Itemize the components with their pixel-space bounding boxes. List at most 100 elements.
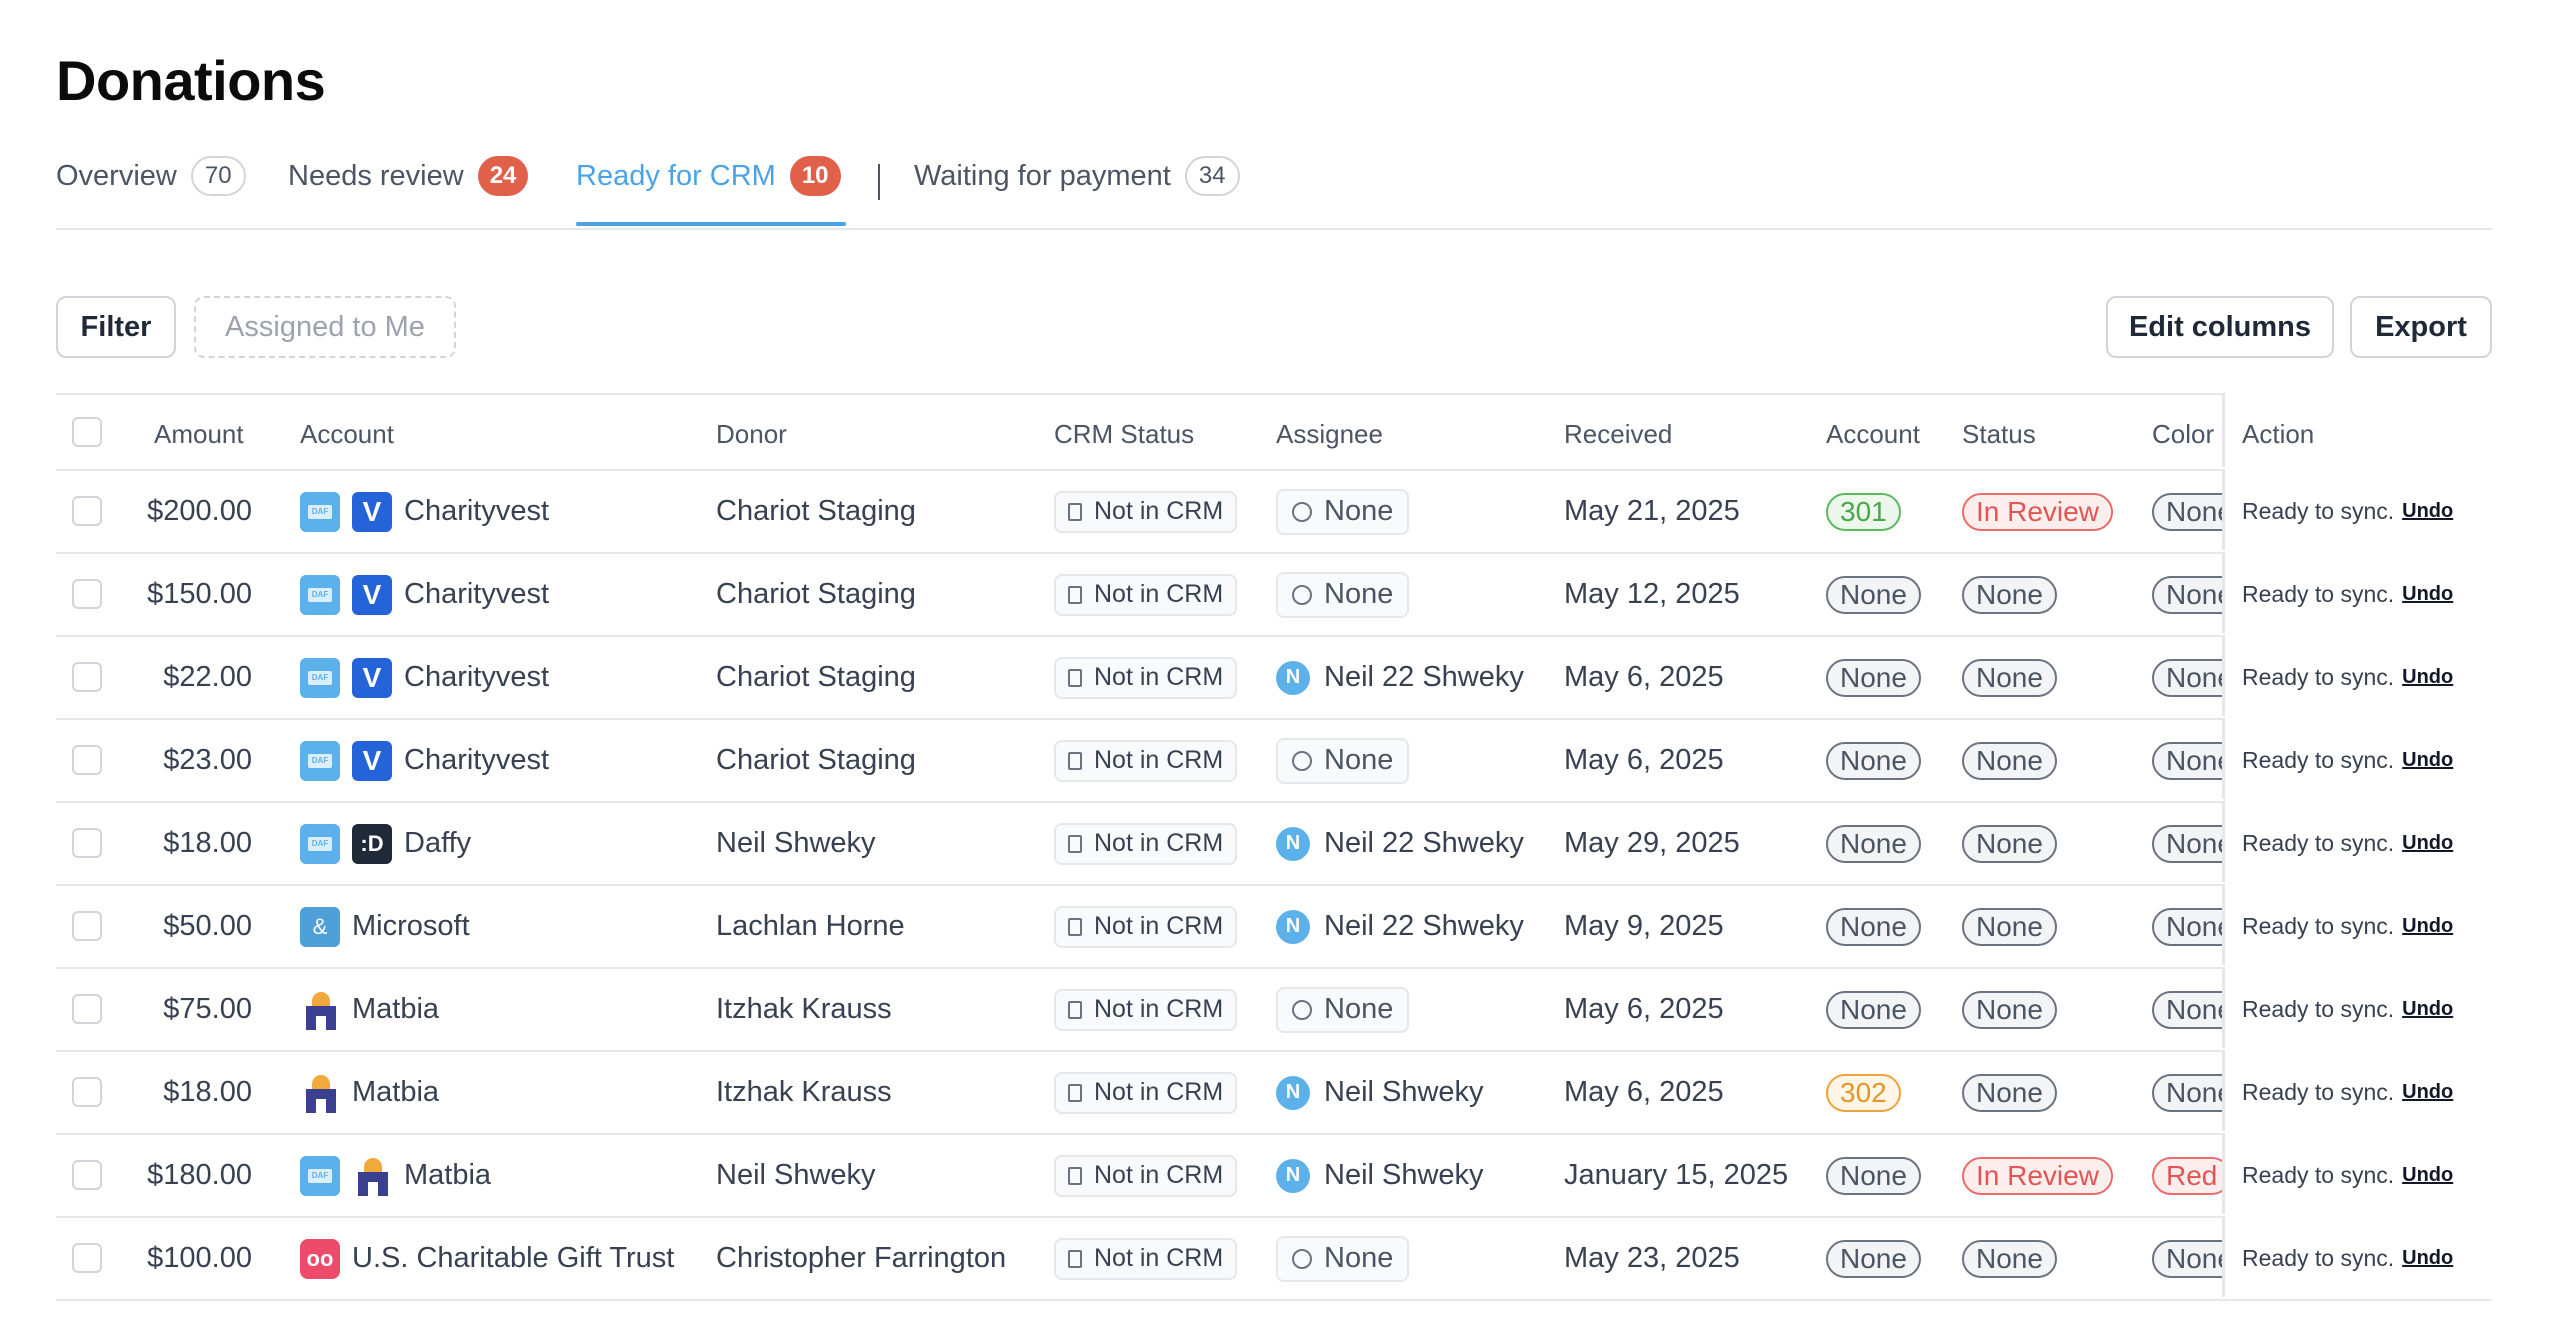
assignee-name[interactable]: Neil Shweky: [1324, 1159, 1484, 1192]
account-tag-cell[interactable]: None: [1826, 803, 1921, 884]
account-tag-cell[interactable]: 301: [1826, 471, 1901, 552]
tab-overview[interactable]: Overview 70: [56, 156, 246, 196]
assignee-cell[interactable]: None: [1276, 554, 1410, 635]
donor-cell[interactable]: Neil Shweky: [716, 803, 876, 884]
donor-cell[interactable]: Neil Shweky: [716, 1135, 876, 1216]
col-status[interactable]: Status: [1962, 419, 2036, 450]
table-row[interactable]: $22.00 DAF V Charityvest Chariot Staging N…: [56, 635, 2495, 720]
tab-ready-for-crm[interactable]: Ready for CRM 10: [576, 156, 841, 196]
account-tag-cell[interactable]: None: [1826, 886, 1921, 967]
undo-link[interactable]: Undo: [2402, 1164, 2453, 1187]
table-row[interactable]: $180.00 DAF Matbia Neil Shweky Not in CRM…: [56, 1133, 2495, 1218]
account-tag-cell[interactable]: None: [1826, 969, 1921, 1050]
status-cell[interactable]: None: [1962, 1052, 2057, 1133]
account-cell[interactable]: DAF V Charityvest: [300, 637, 549, 718]
status-cell[interactable]: None: [1962, 886, 2057, 967]
table-row[interactable]: $75.00 Matbia Itzhak Krauss Not in CRM N…: [56, 967, 2495, 1052]
donor-cell[interactable]: Chariot Staging: [716, 637, 916, 718]
undo-link[interactable]: Undo: [2402, 1247, 2453, 1270]
account-cell[interactable]: DAF V Charityvest: [300, 554, 549, 635]
assignee-chip[interactable]: None: [1276, 986, 1410, 1033]
table-row[interactable]: $23.00 DAF V Charityvest Chariot Staging N…: [56, 718, 2495, 803]
assignee-chip[interactable]: None: [1276, 571, 1410, 618]
status-cell[interactable]: None: [1962, 637, 2057, 718]
filter-button[interactable]: Filter: [56, 296, 176, 358]
assignee-chip[interactable]: None: [1276, 737, 1410, 784]
col-assignee[interactable]: Assignee: [1276, 419, 1383, 450]
table-row[interactable]: $50.00 & Microsoft Lachlan Horne Not in C…: [56, 884, 2495, 969]
account-tag-cell[interactable]: None: [1826, 637, 1921, 718]
col-color[interactable]: Color: [2152, 419, 2214, 450]
status-cell[interactable]: None: [1962, 803, 2057, 884]
assignee-cell[interactable]: N Neil 22 Shweky: [1276, 637, 1524, 718]
assignee-name[interactable]: Neil 22 Shweky: [1324, 827, 1524, 860]
assignee-cell[interactable]: N Neil Shweky: [1276, 1052, 1484, 1133]
undo-link[interactable]: Undo: [2402, 915, 2453, 938]
assignee-chip[interactable]: None: [1276, 488, 1410, 535]
donor-cell[interactable]: Chariot Staging: [716, 720, 916, 801]
col-received[interactable]: Received: [1564, 419, 1672, 450]
assignee-name[interactable]: Neil 22 Shweky: [1324, 661, 1524, 694]
assignee-cell[interactable]: N Neil 22 Shweky: [1276, 803, 1524, 884]
status-cell[interactable]: None: [1962, 720, 2057, 801]
donor-cell[interactable]: Chariot Staging: [716, 471, 916, 552]
account-cell[interactable]: oo U.S. Charitable Gift Trust: [300, 1218, 674, 1299]
export-button[interactable]: Export: [2350, 296, 2492, 358]
donor-cell[interactable]: Itzhak Krauss: [716, 969, 892, 1050]
account-cell[interactable]: DAF V Charityvest: [300, 720, 549, 801]
donor-cell[interactable]: Christopher Farrington: [716, 1218, 1006, 1299]
table-row[interactable]: $100.00 oo U.S. Charitable Gift Trust Chr…: [56, 1216, 2495, 1301]
account-tag-cell[interactable]: None: [1826, 720, 1921, 801]
assigned-to-me-filter[interactable]: Assigned to Me: [194, 296, 456, 358]
table-row[interactable]: $200.00 DAF V Charityvest Chariot Staging …: [56, 469, 2495, 554]
assignee-name[interactable]: Neil 22 Shweky: [1324, 910, 1524, 943]
table-row[interactable]: $18.00 DAF:D Daffy Neil Shweky Not in CRM…: [56, 801, 2495, 886]
assignee-cell[interactable]: N Neil Shweky: [1276, 1135, 1484, 1216]
assignee-name[interactable]: Neil Shweky: [1324, 1076, 1484, 1109]
status-cell[interactable]: None: [1962, 554, 2057, 635]
col-crm-status[interactable]: CRM Status: [1054, 419, 1194, 450]
undo-link[interactable]: Undo: [2402, 666, 2453, 689]
select-all-checkbox[interactable]: [72, 417, 102, 447]
account-cell[interactable]: Matbia: [300, 969, 439, 1050]
assignee-cell[interactable]: None: [1276, 471, 1410, 552]
account-tag-cell[interactable]: None: [1826, 1218, 1921, 1299]
undo-link[interactable]: Undo: [2402, 500, 2453, 523]
donor-cell[interactable]: Lachlan Horne: [716, 886, 905, 967]
col-account-tag[interactable]: Account: [1826, 419, 1920, 450]
account-tag-cell[interactable]: 302: [1826, 1052, 1901, 1133]
color-cell[interactable]: Red: [2152, 1135, 2232, 1216]
status-cell[interactable]: None: [1962, 969, 2057, 1050]
account-tag-cell[interactable]: None: [1826, 1135, 1921, 1216]
undo-link[interactable]: Undo: [2402, 998, 2453, 1021]
status-cell[interactable]: In Review: [1962, 471, 2113, 552]
assignee-cell[interactable]: None: [1276, 720, 1410, 801]
account-name: Matbia: [352, 993, 440, 1025]
account-cell[interactable]: DAF:D Daffy: [300, 803, 471, 884]
undo-link[interactable]: Undo: [2402, 583, 2453, 606]
account-cell[interactable]: DAF Matbia: [300, 1135, 491, 1216]
account-tag-cell[interactable]: None: [1826, 554, 1921, 635]
undo-link[interactable]: Undo: [2402, 832, 2453, 855]
col-donor[interactable]: Donor: [716, 419, 787, 450]
assignee-cell[interactable]: None: [1276, 969, 1410, 1050]
donor-cell[interactable]: Itzhak Krauss: [716, 1052, 892, 1133]
tab-needs-review[interactable]: Needs review 24: [288, 156, 529, 196]
assignee-cell[interactable]: None: [1276, 1218, 1410, 1299]
undo-link[interactable]: Undo: [2402, 749, 2453, 772]
status-cell[interactable]: None: [1962, 1218, 2057, 1299]
table-row[interactable]: $18.00 Matbia Itzhak Krauss Not in CRM N…: [56, 1050, 2495, 1135]
donor-cell[interactable]: Chariot Staging: [716, 554, 916, 635]
table-row[interactable]: $150.00 DAF V Charityvest Chariot Staging …: [56, 552, 2495, 637]
col-amount[interactable]: Amount: [154, 419, 244, 450]
assignee-cell[interactable]: N Neil 22 Shweky: [1276, 886, 1524, 967]
assignee-chip[interactable]: None: [1276, 1235, 1410, 1282]
status-cell[interactable]: In Review: [1962, 1135, 2113, 1216]
tab-waiting-for-payment[interactable]: Waiting for payment 34: [914, 156, 1240, 196]
account-cell[interactable]: Matbia: [300, 1052, 439, 1133]
account-cell[interactable]: & Microsoft: [300, 886, 470, 967]
col-account[interactable]: Account: [300, 419, 394, 450]
account-cell[interactable]: DAF V Charityvest: [300, 471, 549, 552]
undo-link[interactable]: Undo: [2402, 1081, 2453, 1104]
edit-columns-button[interactable]: Edit columns: [2106, 296, 2334, 358]
